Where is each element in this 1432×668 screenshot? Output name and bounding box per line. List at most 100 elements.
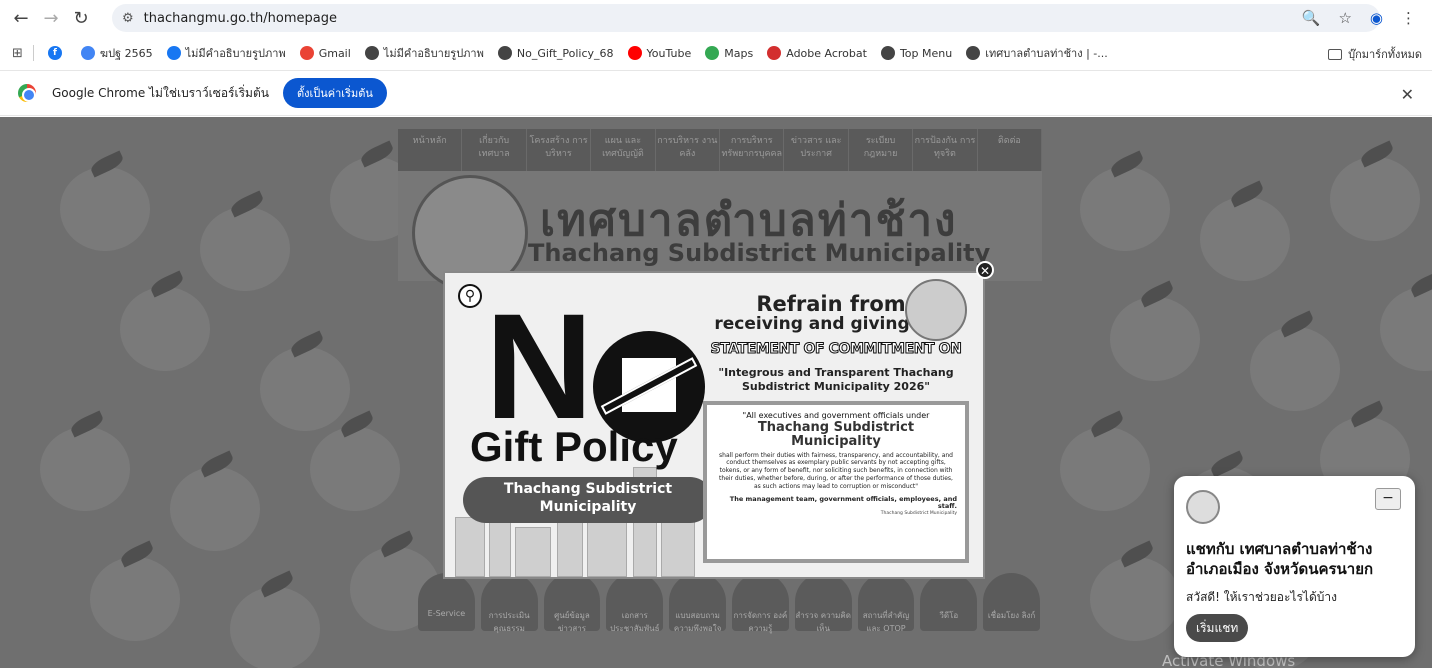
site-title-english: Thachang Subdistrict Municipality: [528, 239, 991, 267]
background-fruit: [230, 587, 320, 668]
bookmark-item[interactable]: YouTube: [627, 44, 692, 62]
site-nav-item[interactable]: การบริหาร ทรัพยากรบุคคล: [720, 129, 785, 171]
bookmark-item[interactable]: ฆปฐ 2565: [80, 44, 153, 62]
bookmark-label: Top Menu: [899, 46, 953, 60]
bookmark-label: ไม่มีคำอธิบายรูปภาพ: [383, 47, 484, 60]
default-browser-infobar: Google Chrome ไม่ใช่เบราว์เซอร์เริ่มต้น …: [0, 70, 1432, 116]
bookmark-star-icon[interactable]: ☆: [1338, 9, 1351, 27]
service-button[interactable]: สำรวจ ความคิดเห็น: [794, 573, 852, 633]
bookmark-label: ไม่มีคำอธิบายรูปภาพ: [185, 47, 286, 60]
forward-icon[interactable]: →: [36, 3, 66, 33]
bookmark-label: YouTube: [646, 46, 692, 60]
quote-body: shall perform their duties with fairness…: [719, 451, 953, 490]
all-bookmarks-label: บุ๊กมาร์กทั้งหมด: [1348, 48, 1422, 61]
site-nav-item[interactable]: หน้าหลัก: [398, 129, 463, 171]
chat-widget: − แชทกับ เทศบาลตำบลท่าช้าง อำเภอเมือง จั…: [1174, 476, 1415, 657]
service-button[interactable]: ศูนย์ข้อมูล ข่าวสาร: [543, 573, 601, 633]
service-button[interactable]: แบบสอบถาม ความพึงพอใจ: [669, 573, 726, 633]
start-chat-button[interactable]: เริ่มแชท: [1186, 614, 1249, 642]
minimize-chat-button[interactable]: −: [1375, 488, 1401, 510]
background-fruit: [1090, 557, 1180, 641]
site-nav-item[interactable]: ข่าวสาร และ ประกาศ: [784, 129, 849, 171]
facebook-icon: [166, 46, 181, 60]
quote-name: Thachang Subdistrict Municipality: [757, 420, 915, 450]
site-nav-item[interactable]: การบริหาร งานคลัง: [656, 129, 721, 171]
background-fruit: [120, 287, 210, 371]
back-icon[interactable]: ←: [6, 3, 36, 33]
site-nav-item[interactable]: ติดต่อ: [978, 129, 1043, 171]
bookmark-item[interactable]: ไม่มีคำอธิบายรูปภาพ: [364, 44, 484, 62]
municipality-pill: Thachang Subdistrict Municipality: [463, 477, 713, 523]
background-fruit: [1250, 327, 1340, 411]
menu-icon[interactable]: ⋮: [1401, 9, 1416, 27]
globe-icon: [966, 46, 981, 60]
site-nav: หน้าหลัก เกี่ยวกับ เทศบาล โครงสร้าง การบริ…: [398, 129, 1043, 171]
service-button[interactable]: E-Service: [418, 573, 475, 631]
youtube-icon: [627, 46, 642, 60]
background-fruit: [1080, 167, 1170, 251]
modal-close-icon[interactable]: ✕: [976, 261, 994, 279]
background-fruit: [310, 427, 400, 511]
site-nav-item[interactable]: ระเบียบ กฎหมาย: [849, 129, 914, 171]
reload-icon[interactable]: ↻: [66, 3, 96, 33]
service-icon-bar: E-Service การประเมิน คุณธรรม ศูนย์ข้อมูล ข…: [418, 573, 1040, 633]
background-fruit: [170, 467, 260, 551]
site-nav-item[interactable]: แผน และ เทศบัญญัติ: [591, 129, 656, 171]
background-fruit: [60, 167, 150, 251]
bookmark-item[interactable]: Top Menu: [880, 44, 953, 62]
refrain-heading: Refrain from: [756, 292, 906, 316]
bookmark-item[interactable]: ไม่มีคำอธิบายรูปภาพ: [166, 44, 286, 62]
no-letter-n: N: [485, 282, 594, 450]
commitment-quote: "All executives and government officials…: [703, 401, 969, 563]
chat-greeting: สวัสดี! ให้เราช่วยอะไรได้บ้าง: [1186, 590, 1337, 604]
statement-heading: STATEMENT OF COMMITMENT ON: [710, 341, 962, 358]
service-button[interactable]: เชื่อมโยง ลิงก์: [983, 573, 1040, 631]
maps-icon: [705, 46, 720, 60]
site-info-icon[interactable]: ⚙: [122, 11, 134, 26]
bookmark-item[interactable]: Gmail: [299, 44, 351, 62]
folder-icon: [1328, 48, 1343, 60]
url-text: thachangmu.go.th/homepage: [143, 10, 337, 26]
infobar-text: Google Chrome ไม่ใช่เบราว์เซอร์เริ่มต้น: [52, 85, 269, 100]
bookmark-label: Adobe Acrobat: [786, 46, 867, 60]
service-button[interactable]: สถานที่สำคัญ และ OTOP: [857, 573, 915, 633]
globe-icon: [880, 46, 895, 60]
bookmark-item[interactable]: Adobe Acrobat: [767, 44, 867, 62]
integrous-subtitle: "Integrous and Transparent Thachang Subd…: [718, 366, 954, 393]
toolbar-actions: 🔍 ☆ ◉ ⋮: [1302, 4, 1416, 32]
browser-toolbar: ← → ↻ ⚙ thachangmu.go.th/homepage 🔍 ☆ ◉ …: [0, 0, 1432, 36]
address-bar[interactable]: ⚙ thachangmu.go.th/homepage: [112, 4, 1380, 32]
service-button[interactable]: การจัดการ องค์ความรู้: [731, 573, 789, 633]
close-icon[interactable]: ✕: [1401, 85, 1414, 104]
zoom-icon[interactable]: 🔍: [1302, 9, 1321, 27]
apps-icon[interactable]: ⊞: [12, 46, 23, 61]
globe-icon: [364, 46, 379, 60]
bookmark-item[interactable]: Maps: [705, 44, 753, 62]
site-nav-item[interactable]: โครงสร้าง การบริหาร: [527, 129, 592, 171]
bookmark-facebook-icon[interactable]: f: [47, 46, 67, 60]
bookmark-label: Gmail: [318, 46, 351, 60]
quote-intro: "All executives and government officials…: [742, 411, 930, 420]
bookmark-label: No_Gift_Policy_68: [516, 46, 614, 60]
gift-policy-heading: Gift Policy: [470, 423, 678, 470]
bookmark-label: เทศบาลตำบลท่าช้าง | -...: [985, 47, 1108, 60]
background-fruit: [40, 427, 130, 511]
bookmarks-bar: ⊞ f ฆปฐ 2565 ไม่มีคำอธิบายรูปภาพ Gmail ไม่ม…: [0, 36, 1432, 70]
mourning-ribbon-icon: ⚲: [458, 284, 482, 308]
service-button[interactable]: เอกสาร ประชาสัมพันธ์: [606, 573, 664, 633]
all-bookmarks-button[interactable]: บุ๊กมาร์กทั้งหมด: [1328, 45, 1422, 63]
site-nav-item[interactable]: การป้องกัน การทุจริต: [913, 129, 978, 171]
service-button[interactable]: การประเมิน คุณธรรม: [480, 573, 538, 633]
bookmark-item[interactable]: No_Gift_Policy_68: [497, 44, 614, 62]
set-default-button[interactable]: ตั้งเป็นค่าเริ่มต้น: [282, 78, 387, 108]
chat-seal-icon: [1186, 490, 1220, 524]
chrome-logo-icon: [18, 84, 36, 102]
chat-title: แชทกับ เทศบาลตำบลท่าช้าง อำเภอเมือง จังห…: [1186, 540, 1374, 579]
bookmarks-divider: [32, 45, 34, 61]
site-nav-item[interactable]: เกี่ยวกับ เทศบาล: [462, 129, 527, 171]
profile-icon[interactable]: ◉: [1370, 9, 1383, 27]
background-fruit: [1110, 297, 1200, 381]
signoff: The management team, government official…: [729, 494, 957, 511]
service-button[interactable]: วีดีโอ: [920, 573, 978, 631]
bookmark-item[interactable]: เทศบาลตำบลท่าช้าง | -...: [966, 44, 1108, 62]
